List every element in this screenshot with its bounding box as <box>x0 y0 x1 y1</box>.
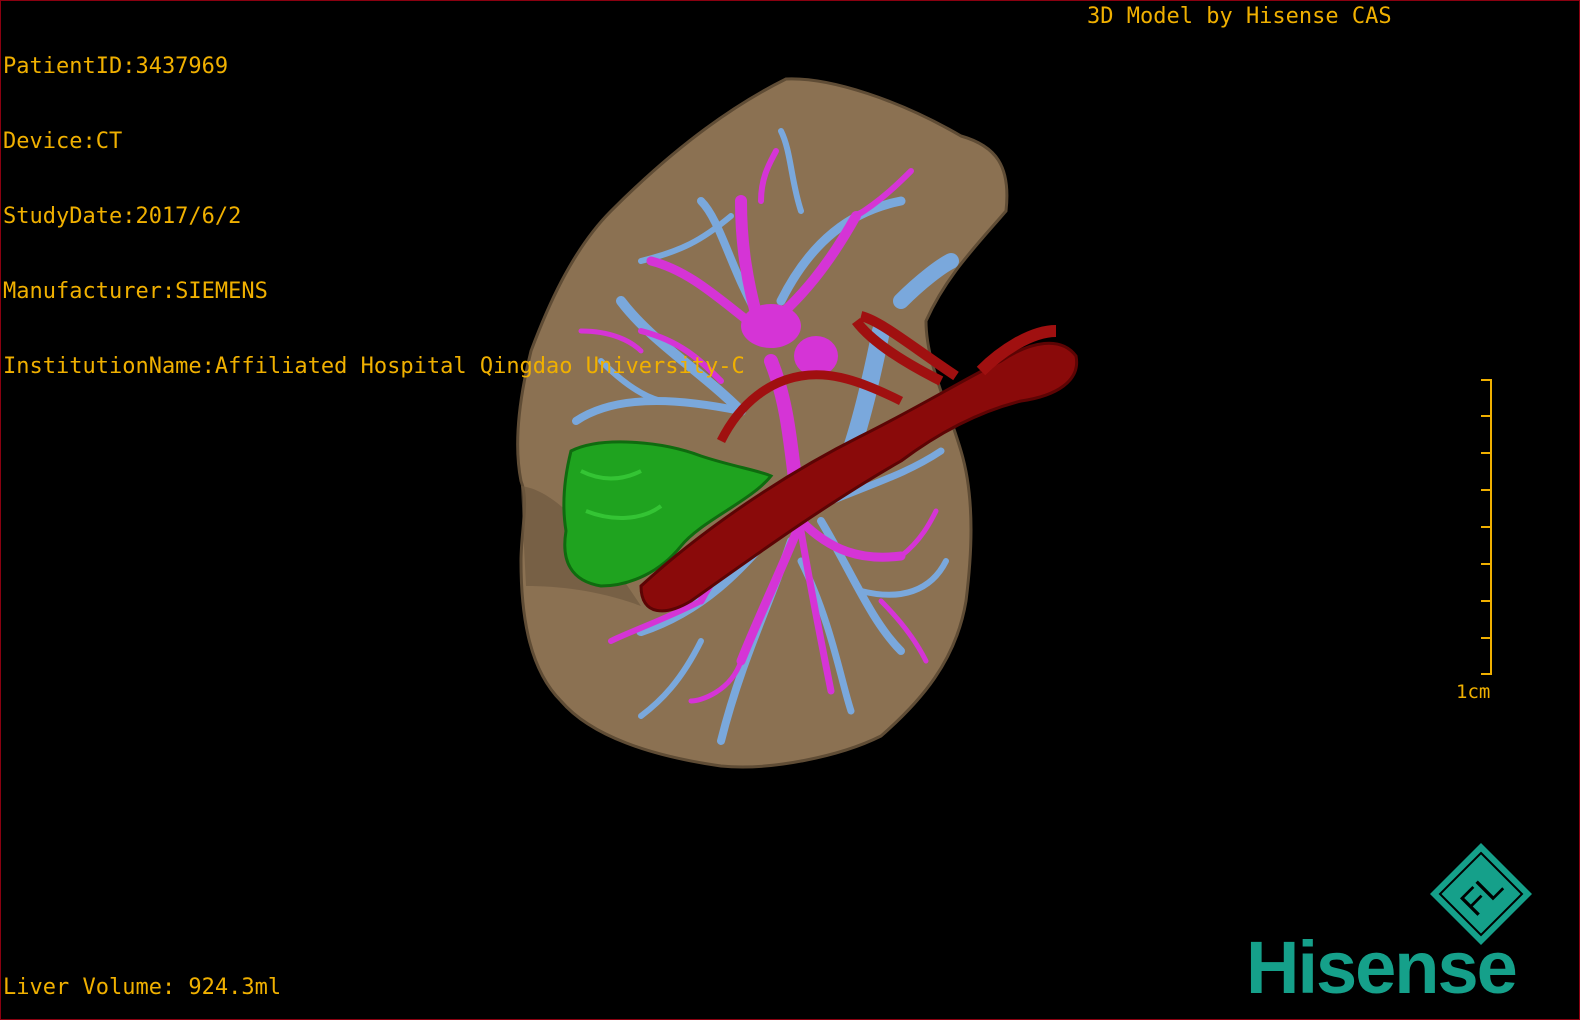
study-date-text: StudyDate:2017/6/2 <box>3 204 242 229</box>
liver-volume-text: Liver Volume: 924.3ml <box>3 975 282 1000</box>
scale-bar-label: 1cm <box>1456 681 1491 703</box>
scale-bar <box>1481 379 1492 675</box>
manufacturer-text: Manufacturer:SIEMENS <box>3 279 268 304</box>
patient-info-overlay: PatientID:3437969 Device:CT StudyDate:20… <box>3 4 745 429</box>
3d-viewport[interactable]: PatientID:3437969 Device:CT StudyDate:20… <box>0 0 1580 1020</box>
institution-text: InstitutionName:Affiliated Hospital Qing… <box>3 354 745 379</box>
hisense-logo: Hisense <box>1246 926 1518 1009</box>
model-credit-text: 3D Model by Hisense CAS <box>1087 4 1392 29</box>
device-text: Device:CT <box>3 129 123 154</box>
patient-id-text: PatientID:3437969 <box>3 54 229 79</box>
